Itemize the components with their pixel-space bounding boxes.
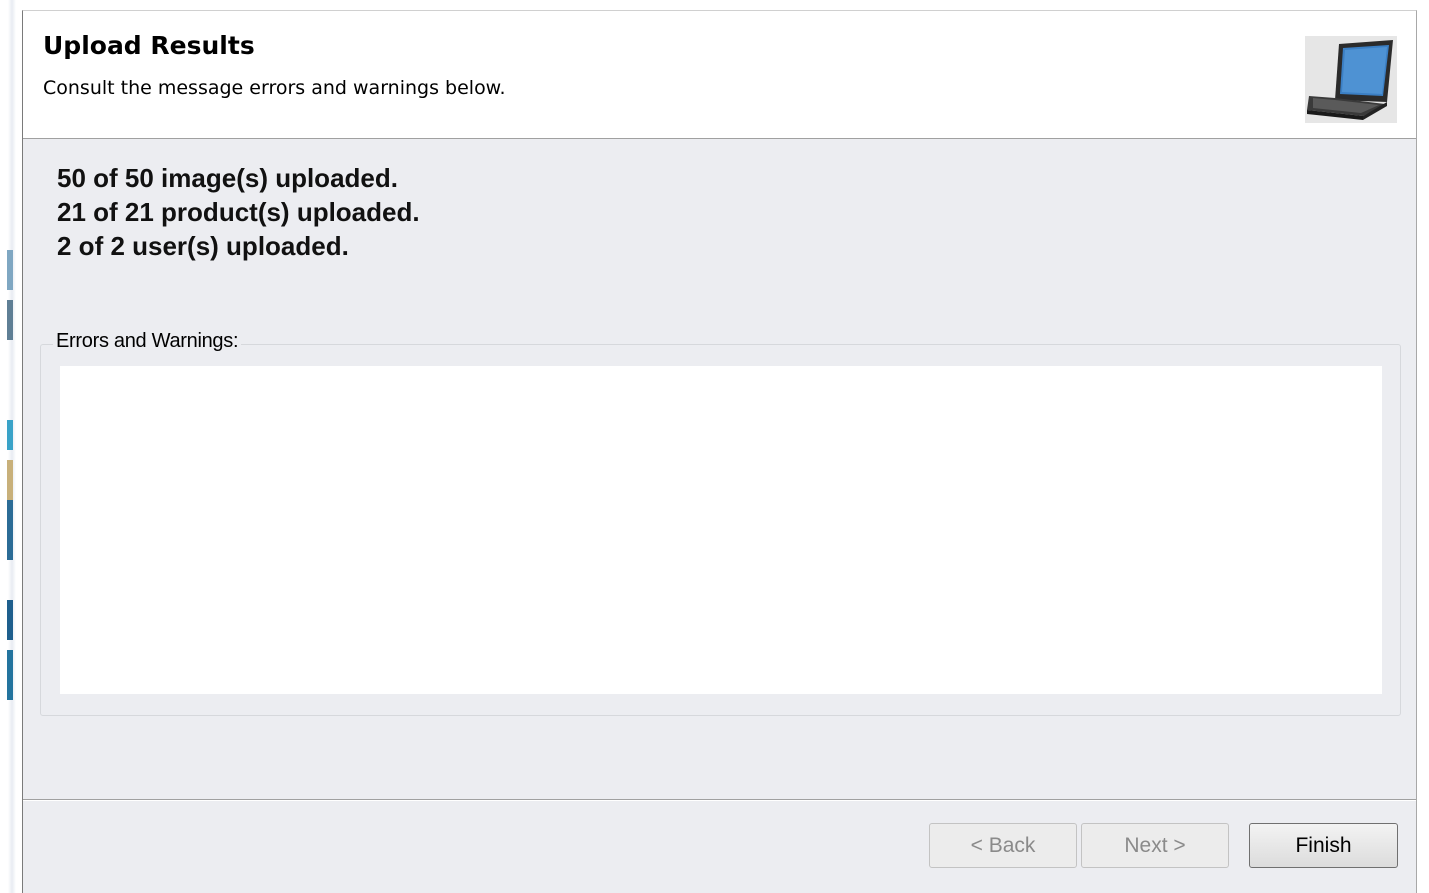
upload-results-dialog: Upload Results Consult the message error… [22,10,1417,893]
back-button-label: < Back [970,833,1036,857]
page-title: Upload Results [43,31,255,60]
finish-button-label: Finish [1295,833,1352,857]
footer-divider [23,799,1416,801]
next-button-label: Next > [1124,833,1186,857]
next-button[interactable]: Next > [1081,823,1229,868]
finish-button[interactable]: Finish [1249,823,1398,868]
summary-users: 2 of 2 user(s) uploaded. [57,231,349,261]
page-subtitle: Consult the message errors and warnings … [43,77,506,99]
summary-products: 21 of 21 product(s) uploaded. [57,197,420,227]
errors-warnings-group: Errors and Warnings: [40,330,1401,716]
wizard-header: Upload Results Consult the message error… [23,11,1416,139]
background-window-edge [0,0,22,893]
summary-images: 50 of 50 image(s) uploaded. [57,163,398,193]
upload-summary: 50 of 50 image(s) uploaded. 21 of 21 pro… [57,161,420,263]
back-button[interactable]: < Back [929,823,1077,868]
laptop-icon [1305,36,1397,123]
errors-warnings-label: Errors and Warnings: [53,330,242,353]
errors-warnings-list[interactable] [60,366,1382,694]
